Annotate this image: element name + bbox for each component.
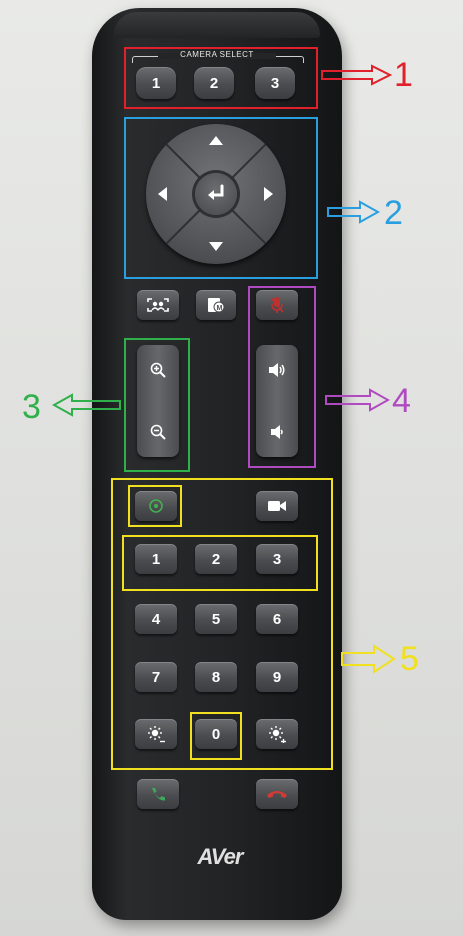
annotation-box-5-zero — [190, 712, 242, 760]
annotation-label-5: 5 — [400, 640, 419, 678]
svg-text:M: M — [217, 305, 223, 312]
auto-frame-button[interactable] — [137, 290, 179, 320]
annotation-box-4 — [248, 286, 316, 468]
auto-frame-icon — [147, 298, 169, 312]
annotation-label-1: 1 — [394, 56, 413, 94]
annotation-label-3: 3 — [22, 388, 41, 426]
call-answer-button[interactable] — [137, 779, 179, 809]
annotation-arrow-5 — [341, 644, 396, 674]
remote-top-edge — [114, 12, 320, 38]
call-answer-icon — [152, 788, 165, 801]
annotation-arrow-3 — [52, 393, 121, 417]
annotation-label-4: 4 — [392, 382, 411, 420]
annotation-label-2: 2 — [384, 194, 403, 232]
annotation-arrow-2 — [327, 200, 380, 224]
call-end-button[interactable] — [256, 779, 298, 809]
brand-logo: AVer — [197, 844, 244, 869]
annotation-arrow-1 — [321, 64, 392, 86]
annotation-box-5-row — [122, 535, 318, 591]
annotation-box-3 — [124, 338, 190, 472]
memory-icon: M — [208, 298, 225, 313]
annotation-box-2 — [124, 117, 318, 279]
memory-button[interactable]: M — [196, 290, 236, 320]
annotation-box-1 — [124, 47, 318, 109]
annotation-box-5-snapshot — [128, 485, 182, 527]
annotation-arrow-4 — [325, 388, 390, 412]
call-end-icon — [267, 791, 287, 798]
